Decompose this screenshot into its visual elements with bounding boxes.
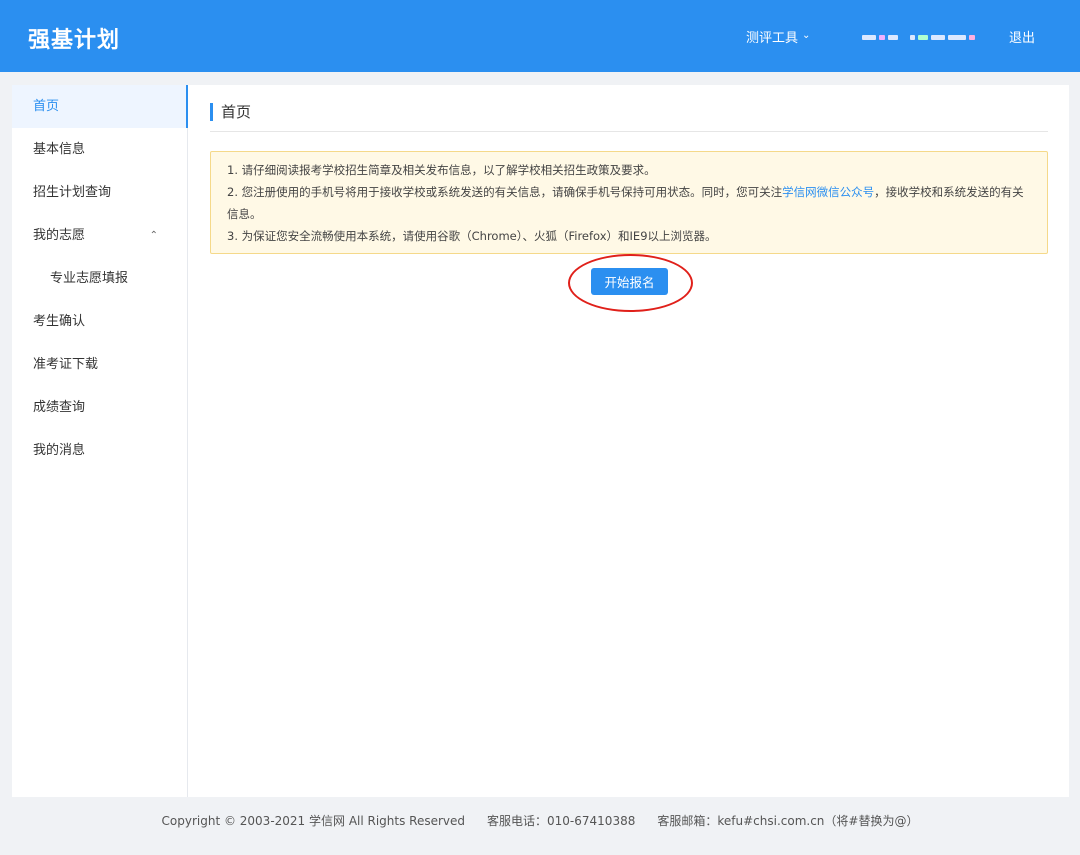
sidebar-item-score-query[interactable]: 成绩查询 [12, 386, 188, 429]
start-registration-button[interactable]: 开始报名 [591, 268, 668, 295]
footer-copyright: Copyright © 2003-2021 学信网 All Rights Res… [162, 812, 466, 836]
app-logo[interactable]: 强基计划 [28, 22, 120, 54]
wechat-account-link[interactable]: 学信网微信公众号 [782, 185, 874, 199]
notice-line-1: 1. 请仔细阅读报考学校招生简章及相关发布信息，以了解学校相关招生政策及要求。 [227, 159, 1031, 181]
notice-box: 1. 请仔细阅读报考学校招生简章及相关发布信息，以了解学校相关招生政策及要求。 … [210, 151, 1048, 254]
divider [210, 131, 1048, 132]
chevron-down-icon: ⌄ [802, 30, 810, 41]
sidebar-item-home[interactable]: 首页 [12, 85, 188, 128]
eval-tools-label: 测评工具 [746, 27, 798, 46]
user-name-blurred [862, 33, 976, 41]
sidebar-item-my-preferences[interactable]: 我的志愿 ⌃ [12, 214, 188, 257]
sidebar-item-candidate-confirm[interactable]: 考生确认 [12, 300, 188, 343]
footer-phone: 客服电话：010-67410388 [487, 812, 635, 836]
notice-text: 2. 您注册使用的手机号将用于接收学校或系统发送的有关信息，请确保手机号保持可用… [227, 185, 782, 199]
chevron-up-icon: ⌃ [150, 214, 158, 257]
footer: Copyright © 2003-2021 学信网 All Rights Res… [0, 812, 1080, 836]
top-header: 强基计划 测评工具 ⌄ 退出 [0, 0, 1080, 72]
footer-email: 客服邮箱：kefu#chsi.com.cn（将#替换为@） [657, 812, 918, 836]
page-title: 首页 [210, 102, 1048, 122]
sidebar-item-admission-ticket[interactable]: 准考证下载 [12, 343, 188, 386]
sidebar-item-major-preference[interactable]: 专业志愿填报 [12, 257, 188, 300]
sidebar-item-basic-info[interactable]: 基本信息 [12, 128, 188, 171]
content-area: 首页 1. 请仔细阅读报考学校招生简章及相关发布信息，以了解学校相关招生政策及要… [210, 85, 1048, 797]
notice-line-2: 2. 您注册使用的手机号将用于接收学校或系统发送的有关信息，请确保手机号保持可用… [227, 181, 1031, 225]
sidebar-item-label: 我的志愿 [33, 228, 85, 243]
logout-link[interactable]: 退出 [1009, 27, 1035, 46]
notice-line-3: 3. 为保证您安全流畅使用本系统，请使用谷歌（Chrome）、火狐（Firefo… [227, 225, 1031, 247]
main-panel: 首页 基本信息 招生计划查询 我的志愿 ⌃ 专业志愿填报 考生确认 准考证下载 … [12, 85, 1069, 797]
sidebar: 首页 基本信息 招生计划查询 我的志愿 ⌃ 专业志愿填报 考生确认 准考证下载 … [12, 85, 188, 797]
eval-tools-dropdown[interactable]: 测评工具 ⌄ [746, 27, 810, 46]
sidebar-item-my-messages[interactable]: 我的消息 [12, 429, 188, 472]
sidebar-item-enrollment-plan[interactable]: 招生计划查询 [12, 171, 188, 214]
